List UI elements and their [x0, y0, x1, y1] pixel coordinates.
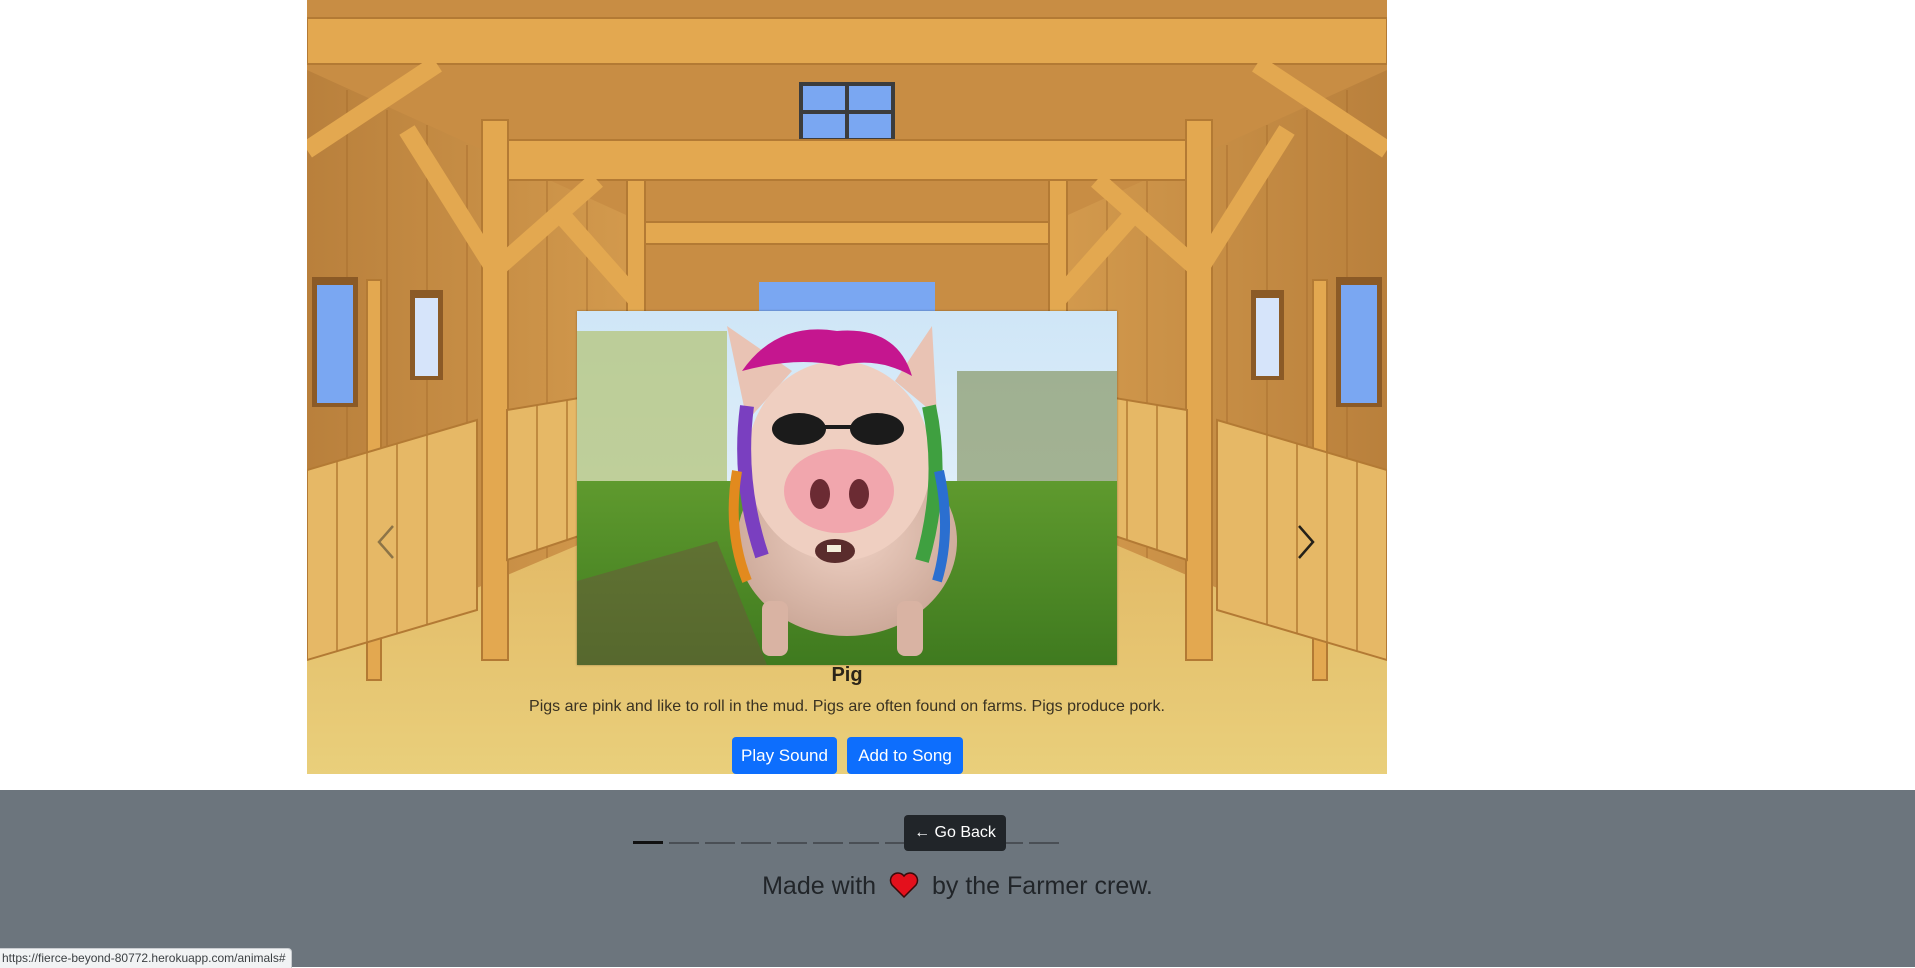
made-with-suffix: by the Farmer crew.: [931, 872, 1153, 900]
go-back-button[interactable]: ← Go Back: [904, 815, 1006, 851]
carousel-indicator[interactable]: [705, 842, 735, 844]
footer: ← Go Back Made with by the Farmer crew.: [0, 790, 1915, 967]
carousel-indicator[interactable]: [1029, 842, 1059, 844]
play-sound-button[interactable]: Play Sound: [732, 737, 837, 774]
made-with-text: Made with by the Farmer crew.: [0, 872, 1915, 901]
animal-carousel: Pig Pigs are pink and like to roll in th…: [307, 0, 1387, 774]
status-bar-url: https://fierce-beyond-80772.herokuapp.co…: [0, 948, 292, 968]
carousel-indicator[interactable]: [669, 842, 699, 844]
carousel-indicator[interactable]: [849, 842, 879, 844]
carousel-indicator[interactable]: [633, 841, 663, 844]
chevron-left-icon: [377, 525, 394, 559]
heart-icon: [889, 872, 919, 898]
carousel-next-button[interactable]: [1285, 520, 1325, 564]
add-to-song-button[interactable]: Add to Song: [847, 737, 963, 774]
pig-photo: [577, 311, 1117, 665]
slide-description: Pigs are pink and like to roll in the mu…: [529, 698, 1165, 715]
carousel-prev-button[interactable]: [367, 520, 407, 564]
slide-title: Pig: [831, 664, 863, 686]
chevron-right-icon: [1298, 525, 1315, 559]
carousel-indicator[interactable]: [813, 842, 843, 844]
made-with-prefix: Made with: [762, 872, 877, 900]
carousel-indicator[interactable]: [741, 842, 771, 844]
carousel-indicator[interactable]: [777, 842, 807, 844]
